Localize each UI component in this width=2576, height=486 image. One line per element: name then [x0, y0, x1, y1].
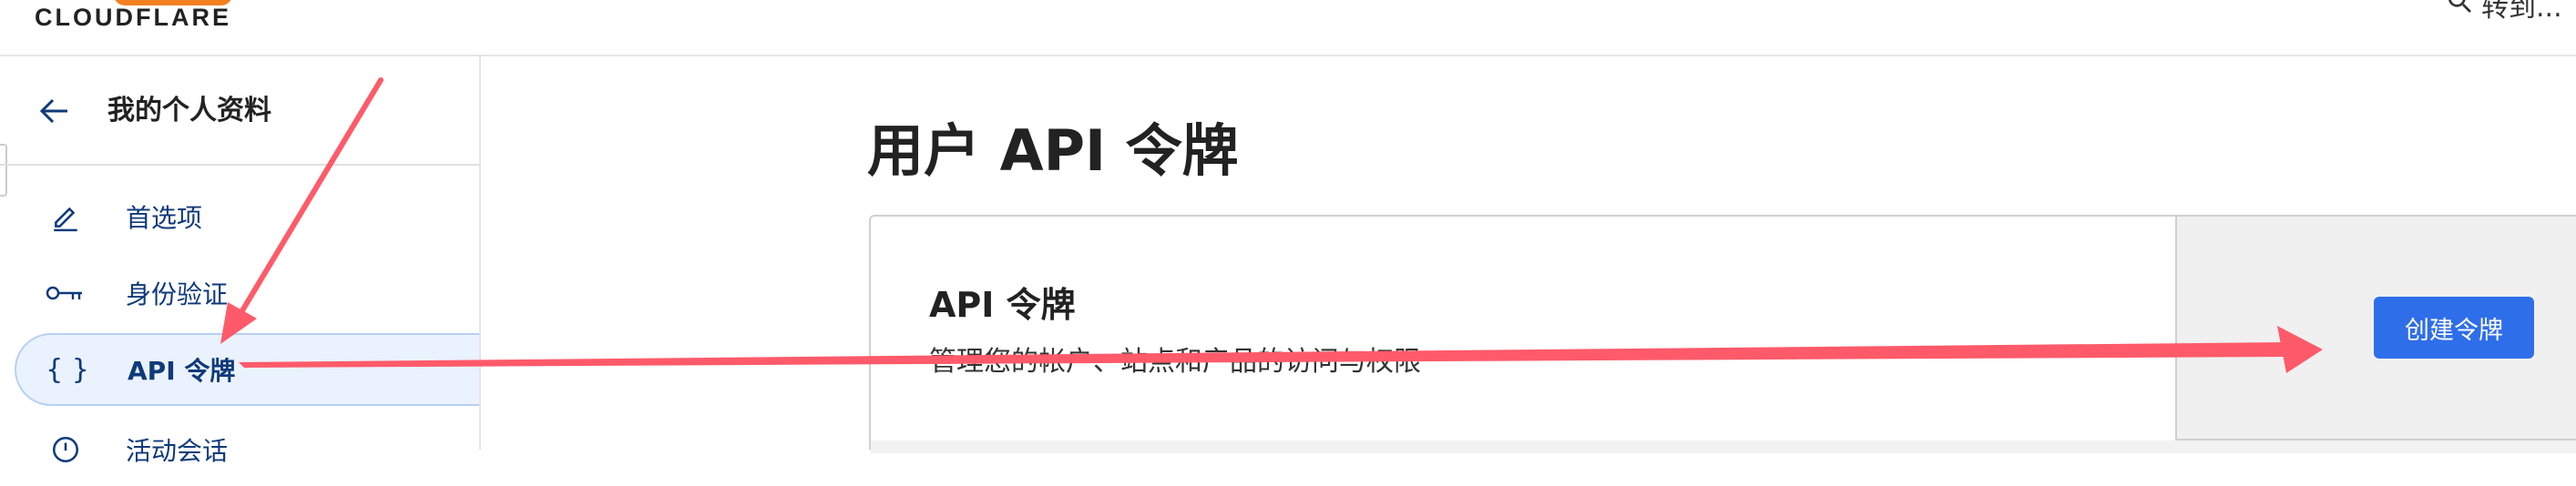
sidebar-title: 我的个人资料 — [107, 95, 271, 127]
sidebar: 我的个人资料 首选项 身份验证 { } API 令牌 活动会话 — [0, 56, 481, 466]
sidebar-item-label: 身份验证 — [126, 279, 229, 309]
sidebar-item-authentication[interactable]: 身份验证 — [15, 257, 479, 329]
card-actions: 创建令牌 — [2175, 217, 2576, 440]
card-next-section — [871, 440, 2576, 453]
sidebar-item-api-tokens[interactable]: { } API 令牌 — [15, 333, 479, 406]
clock-icon — [46, 430, 86, 470]
sidebar-item-label: API 令牌 — [128, 356, 236, 386]
goto-search[interactable]: 转到... — [2445, 0, 2562, 24]
goto-label: 转到... — [2481, 0, 2562, 24]
sidebar-item-preferences[interactable]: 首选项 — [15, 180, 479, 253]
pencil-icon — [46, 197, 86, 237]
search-icon — [2445, 0, 2474, 23]
cloudflare-logo[interactable]: CLOUDFLARE — [35, 0, 231, 31]
api-tokens-card: API 令牌 管理您的帐户、站点和产品的访问与权限 创建令牌 — [869, 215, 2576, 453]
sidebar-item-active-sessions[interactable]: 活动会话 — [15, 413, 479, 486]
card-description: 管理您的帐户、站点和产品的访问与权限 — [929, 346, 1421, 378]
sidebar-header: 我的个人资料 — [0, 56, 479, 166]
sidebar-item-label: 活动会话 — [126, 436, 229, 466]
top-header: CLOUDFLARE 转到... — [0, 0, 2576, 56]
arrow-left-icon — [39, 98, 67, 124]
card-title: API 令牌 — [929, 285, 1076, 325]
sidebar-item-label: 首选项 — [126, 203, 203, 233]
create-token-button[interactable]: 创建令牌 — [2374, 297, 2534, 359]
back-button[interactable] — [36, 93, 73, 129]
page-title: 用户 API 令牌 — [867, 117, 1239, 184]
card-info: API 令牌 管理您的帐户、站点和产品的访问与权限 — [871, 217, 2175, 442]
key-icon — [46, 273, 86, 313]
braces-icon: { } — [46, 353, 89, 386]
